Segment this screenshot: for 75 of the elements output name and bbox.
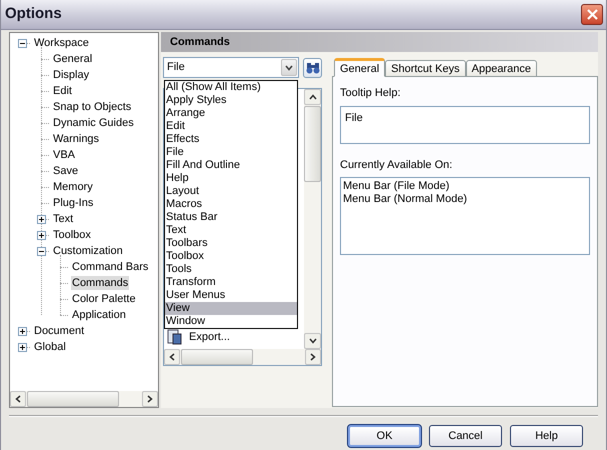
expand-icon[interactable] [36,214,46,224]
expand-icon[interactable] [18,342,26,352]
dropdown-option[interactable]: Status Bar [165,211,297,224]
vertical-scrollbar[interactable] [304,89,321,349]
dropdown-option[interactable]: Arrange [165,107,297,120]
window-title: Options [5,4,62,24]
list-item[interactable]: Menu Bar (File Mode) [343,180,587,193]
expand-icon[interactable] [36,230,46,240]
tree-item[interactable]: General [52,52,94,66]
collapse-icon[interactable] [36,246,46,256]
close-icon [586,9,598,20]
field-label: Tooltip Help: [340,86,402,101]
dialog-button[interactable]: OK [348,425,421,447]
collapse-icon[interactable] [18,38,26,48]
chevron-down-icon [285,64,293,70]
tree-item[interactable]: Toolbox [52,228,92,242]
dropdown-option[interactable]: Window [165,315,297,328]
tree-item[interactable]: Snap to Objects [52,100,132,114]
dialog-button[interactable]: Cancel [429,425,502,447]
list-item[interactable]: Menu Bar (Normal Mode) [343,193,587,206]
tree-item[interactable]: Command Bars [71,260,150,274]
dropdown-option[interactable]: Help [165,172,297,185]
tree-item[interactable]: Workspace [33,36,90,50]
tree-item[interactable]: Memory [52,180,94,194]
tree-item[interactable]: Commands [71,276,130,290]
binoculars-icon [306,61,320,74]
dropdown-option[interactable]: All (Show All Items) [165,81,297,94]
dropdown-option[interactable]: Text [165,224,297,237]
tree-item[interactable]: Edit [52,84,73,98]
dropdown-option[interactable]: Tools [165,263,297,276]
expand-icon[interactable] [18,326,26,336]
tree-item[interactable]: Warnings [52,132,100,146]
tree-item[interactable]: Display [52,68,90,82]
tree-item[interactable]: Save [52,164,80,178]
tab[interactable]: General [334,58,386,77]
tree-item[interactable]: Global [33,340,67,354]
tree-item[interactable]: Document [33,324,86,338]
dropdown-option[interactable]: User Menus [165,289,297,302]
dropdown-option[interactable]: Toolbox [165,250,297,263]
chevron-right-icon [147,395,153,403]
document-icon [167,329,183,345]
tree-item[interactable]: VBA [52,148,76,162]
find-button[interactable] [303,58,322,78]
tree-item[interactable]: Color Palette [71,292,137,306]
tree-item[interactable]: Text [52,212,74,226]
dropdown-option[interactable]: View [165,302,297,315]
chevron-up-icon [308,94,316,100]
horizontal-scrollbar[interactable] [164,349,321,365]
tree-item[interactable]: Application [71,308,127,322]
dropdown-option[interactable]: Layout [165,185,297,198]
horizontal-scrollbar[interactable] [10,391,158,407]
dropdown-option[interactable]: Macros [165,198,297,211]
dialog-button[interactable]: Help [510,425,583,447]
dropdown-option[interactable]: Transform [165,276,297,289]
dropdown-option[interactable]: Toolbars [165,237,297,250]
tab[interactable]: Shortcut Keys [385,60,466,77]
section-header: Commands [161,32,598,52]
close-button[interactable] [581,4,603,25]
tree-item[interactable]: Plug-Ins [52,196,94,210]
dropdown-option[interactable]: File [165,146,297,159]
field-label: Currently Available On: [340,158,454,172]
command-item[interactable]: Export... [189,328,230,346]
dropdown-option[interactable]: Apply Styles [165,94,297,107]
tree-item[interactable]: Customization [52,244,124,258]
chevron-right-icon [310,353,316,361]
tree-item[interactable]: Dynamic Guides [52,116,135,130]
tooltip-field[interactable]: File [340,106,590,144]
category-combo[interactable]: File [163,57,299,78]
dropdown-option[interactable]: Edit [165,120,297,133]
dropdown-option[interactable]: Fill And Outline [165,159,297,172]
dropdown-option[interactable]: Effects [165,133,297,146]
chevron-left-icon [15,395,21,403]
tab[interactable]: Appearance [466,60,537,77]
chevron-down-icon [308,338,316,344]
chevron-left-icon [169,353,175,361]
